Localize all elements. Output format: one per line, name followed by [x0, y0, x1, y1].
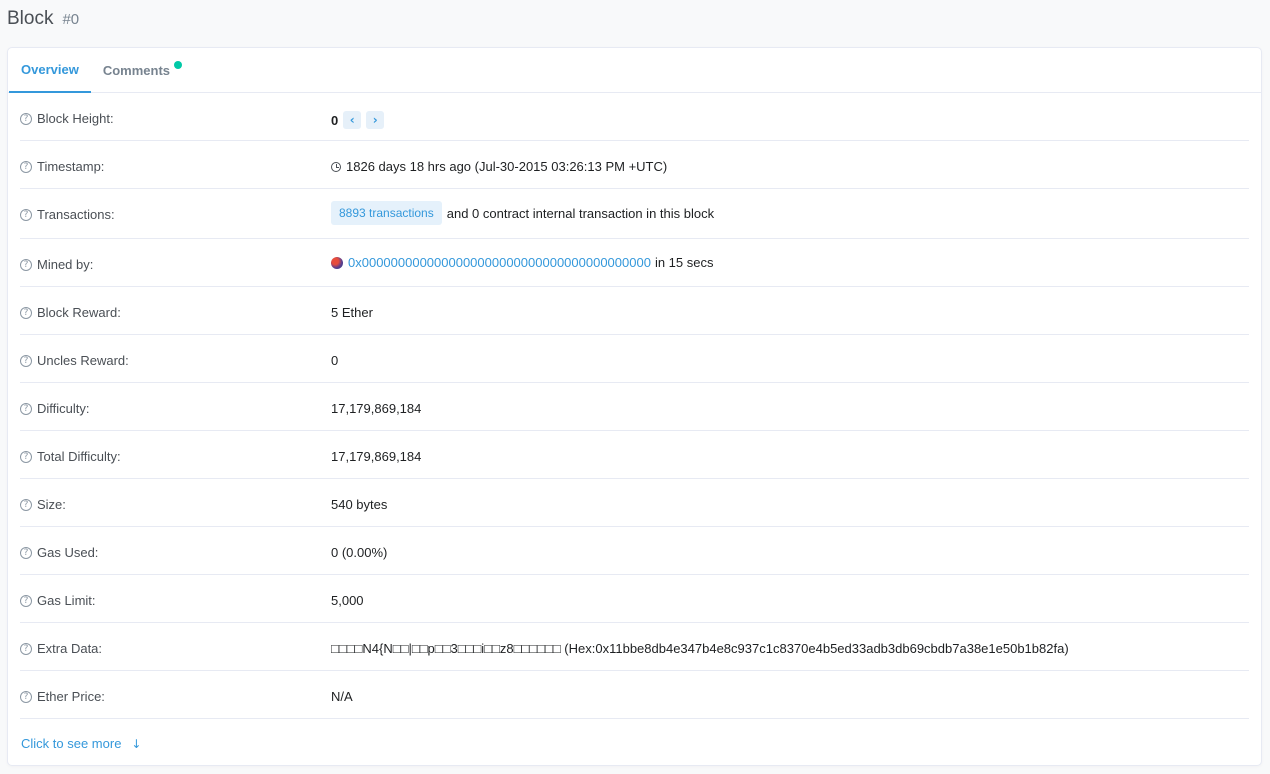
miner-avatar [331, 256, 343, 269]
label-text: Block Height: [37, 111, 114, 126]
label-extra-data: ? Extra Data: [20, 641, 102, 656]
transactions-count-link[interactable]: 8893 transactions [331, 201, 442, 225]
label-text: Extra Data: [37, 641, 103, 656]
question-circle-icon[interactable]: ? [20, 594, 32, 607]
label-uncles-reward: ? Uncles Reward: [20, 353, 129, 368]
total-difficulty-value: 17,179,869,184 [331, 449, 422, 464]
chevron-right-icon: › [372, 113, 378, 127]
question-circle-icon[interactable]: ? [20, 112, 32, 125]
tab-overview[interactable]: Overview [9, 48, 91, 93]
extra-data-value: □□□□N4{N□□|□□p□□3□□□i□□z8□□□□□□ (Hex:0x1… [331, 641, 1069, 656]
label-difficulty: ? Difficulty: [20, 401, 90, 416]
page-title: Block [7, 8, 54, 29]
label-size: ? Size: [20, 497, 66, 512]
gas-limit-value: 5,000 [331, 593, 364, 608]
next-block-button[interactable]: › [366, 111, 385, 129]
value-timestamp: 1826 days 18 hrs ago (Jul-30-2015 03:26:… [331, 159, 667, 174]
label-block-height: ? Block Height: [20, 111, 114, 126]
block-number: #0 [62, 11, 80, 28]
label-text: Block Reward: [37, 305, 121, 320]
page-header: Block #0 [7, 8, 79, 30]
timestamp-value: 1826 days 18 hrs ago (Jul-30-2015 03:26:… [346, 159, 668, 174]
row-total-difficulty: ? Total Difficulty: 17,179,869,184 [20, 431, 1249, 479]
label-text: Gas Used: [37, 545, 99, 560]
row-block-reward: ? Block Reward: 5 Ether [20, 287, 1249, 335]
row-gas-limit: ? Gas Limit: 5,000 [20, 575, 1249, 623]
label-text: Gas Limit: [37, 593, 96, 608]
label-text: Size: [37, 497, 66, 512]
question-circle-icon[interactable]: ? [20, 160, 32, 173]
label-block-reward: ? Block Reward: [20, 305, 121, 320]
question-circle-icon[interactable]: ? [20, 208, 32, 221]
question-circle-icon[interactable]: ? [20, 306, 32, 319]
ether-price-value: N/A [331, 689, 353, 704]
see-more-link[interactable]: Click to see more ↓ [21, 736, 141, 751]
label-text: Total Difficulty: [37, 449, 121, 464]
block-card: Overview Comments ? Block Height: 0 ‹ › … [7, 47, 1262, 766]
row-timestamp: ? Timestamp: 1826 days 18 hrs ago (Jul-3… [20, 141, 1249, 189]
row-ether-price: ? Ether Price: N/A [20, 671, 1249, 719]
tab-comments[interactable]: Comments [91, 48, 183, 92]
row-transactions: ? Transactions: 8893 transactions and 0 … [20, 189, 1249, 239]
question-circle-icon[interactable]: ? [20, 402, 32, 415]
arrow-down-icon: ↓ [131, 736, 142, 751]
row-difficulty: ? Difficulty: 17,179,869,184 [20, 383, 1249, 431]
tab-comments-label: Comments [102, 62, 171, 78]
question-circle-icon[interactable]: ? [20, 450, 32, 463]
row-uncles-reward: ? Uncles Reward: 0 [20, 335, 1249, 383]
label-mined-by: ? Mined by: [20, 257, 93, 272]
chevron-left-icon: ‹ [349, 113, 355, 127]
value-transactions: 8893 transactions and 0 contract interna… [331, 201, 714, 225]
label-text: Ether Price: [37, 689, 105, 704]
label-gas-used: ? Gas Used: [20, 545, 98, 560]
question-circle-icon[interactable]: ? [20, 354, 32, 367]
size-value: 540 bytes [331, 497, 388, 512]
label-gas-limit: ? Gas Limit: [20, 593, 96, 608]
question-circle-icon[interactable]: ? [20, 642, 32, 655]
label-text: Difficulty: [37, 401, 90, 416]
row-mined-by: ? Mined by: 0x00000000000000000000000000… [20, 239, 1249, 287]
gas-used-value: 0 (0.00%) [331, 545, 388, 560]
tab-bar: Overview Comments [8, 48, 1261, 93]
value-block-height: 0 ‹ › [331, 111, 385, 129]
mined-by-suffix: in 15 secs [654, 255, 714, 270]
overview-rows: ? Block Height: 0 ‹ › ? Timestamp: 1826 … [8, 93, 1261, 719]
row-gas-used: ? Gas Used: 0 (0.00%) [20, 527, 1249, 575]
row-size: ? Size: 540 bytes [20, 479, 1249, 527]
question-circle-icon[interactable]: ? [20, 690, 32, 703]
label-text: Mined by: [37, 257, 94, 272]
new-comments-dot [174, 61, 183, 69]
label-text: Uncles Reward: [37, 353, 129, 368]
prev-block-button[interactable]: ‹ [343, 111, 362, 129]
question-circle-icon[interactable]: ? [20, 498, 32, 511]
clock-icon [331, 161, 341, 172]
label-text: Transactions: [37, 207, 115, 222]
transactions-suffix: and 0 contract internal transaction in t… [446, 205, 715, 221]
uncles-reward-value: 0 [331, 353, 339, 368]
row-extra-data: ? Extra Data: □□□□N4{N□□|□□p□□3□□□i□□z8□… [20, 623, 1249, 671]
value-mined-by: 0x00000000000000000000000000000000000000… [331, 255, 713, 270]
question-circle-icon[interactable]: ? [20, 258, 32, 271]
see-more-label: Click to see more [21, 736, 122, 751]
label-timestamp: ? Timestamp: [20, 159, 104, 174]
question-circle-icon[interactable]: ? [20, 546, 32, 559]
block-reward-value: 5 Ether [331, 305, 373, 320]
block-height-value: 0 [331, 112, 339, 128]
label-ether-price: ? Ether Price: [20, 689, 105, 704]
row-block-height: ? Block Height: 0 ‹ › [20, 93, 1249, 141]
label-transactions: ? Transactions: [20, 207, 115, 222]
miner-address-link[interactable]: 0x00000000000000000000000000000000000000… [348, 255, 651, 270]
label-total-difficulty: ? Total Difficulty: [20, 449, 121, 464]
difficulty-value: 17,179,869,184 [331, 401, 422, 416]
label-text: Timestamp: [37, 159, 105, 174]
